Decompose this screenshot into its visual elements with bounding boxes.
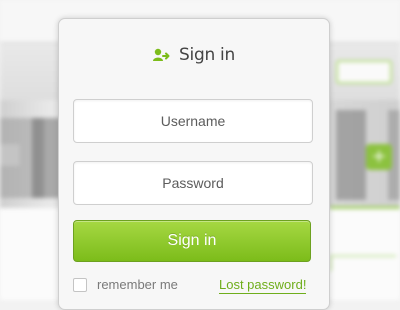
password-input[interactable] [73, 161, 313, 205]
login-title-group: Sign in [153, 45, 235, 65]
background-accent-bracket [330, 255, 396, 271]
remember-me-checkbox[interactable] [73, 277, 87, 292]
background-accent-line [330, 206, 400, 209]
user-add-icon [153, 48, 171, 62]
username-input[interactable] [73, 99, 313, 143]
background-search-field [336, 60, 392, 84]
login-title: Sign in [179, 45, 235, 65]
background-thumbnail [32, 118, 60, 198]
remember-me-option[interactable]: remember me [73, 277, 178, 292]
background-add-button: + [366, 144, 392, 170]
lost-password-link[interactable]: Lost password! [219, 277, 307, 294]
background-nav-button [0, 144, 20, 166]
login-panel: Sign in Sign in remember me Lost passwor… [58, 18, 330, 310]
login-header: Sign in [59, 45, 329, 75]
remember-me-label: remember me [97, 277, 178, 292]
sign-in-button[interactable]: Sign in [73, 220, 311, 262]
background-thumbnail [336, 110, 366, 200]
